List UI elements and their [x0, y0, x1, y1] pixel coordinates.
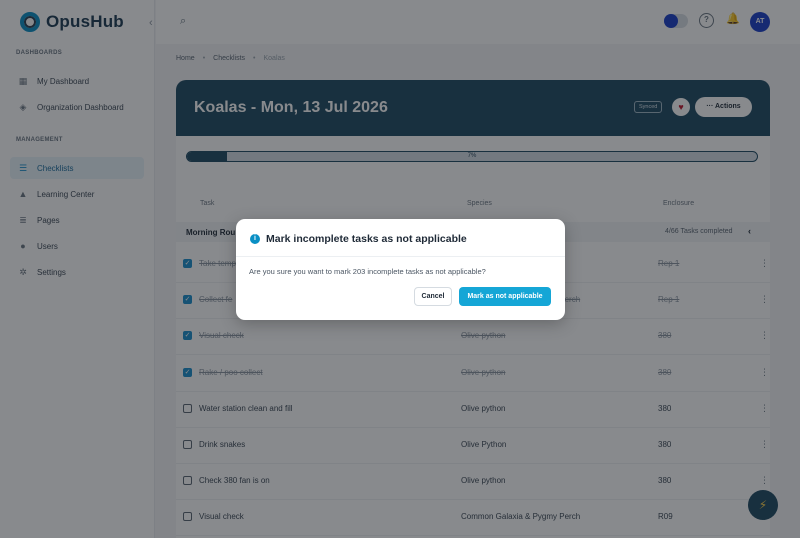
dialog-title: Mark incomplete tasks as not applicable [266, 233, 467, 245]
info-icon: i [250, 234, 260, 244]
dialog-message: Are you sure you want to mark 203 incomp… [249, 267, 486, 276]
confirm-dialog: i Mark incomplete tasks as not applicabl… [236, 219, 565, 320]
mark-not-applicable-button[interactable]: Mark as not applicable [459, 287, 551, 306]
cancel-button[interactable]: Cancel [414, 287, 452, 306]
dialog-header: i Mark incomplete tasks as not applicabl… [236, 219, 565, 257]
